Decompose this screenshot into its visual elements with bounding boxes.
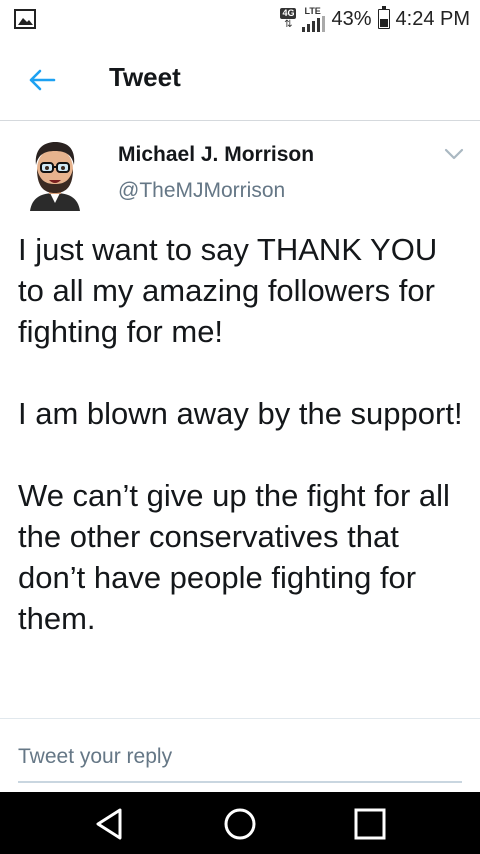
nav-back-icon — [96, 808, 122, 840]
lte-label: LTE — [304, 5, 321, 16]
nav-home-button[interactable] — [218, 802, 262, 846]
tweet-text: I just want to say THANK YOU to all my a… — [18, 229, 468, 639]
back-arrow-icon — [29, 69, 56, 91]
nav-home-icon — [224, 808, 256, 840]
network-indicator: 4G ⇅ — [280, 8, 297, 30]
reply-area — [0, 718, 480, 792]
battery-icon — [377, 6, 390, 29]
reply-input[interactable] — [18, 733, 462, 783]
nav-recents-button[interactable] — [348, 802, 392, 846]
author-handle[interactable]: @TheMJMorrison — [118, 179, 285, 203]
app-header: Tweet — [0, 38, 480, 121]
system-nav-bar — [0, 792, 480, 854]
avatar[interactable] — [22, 137, 88, 211]
back-button[interactable] — [24, 62, 60, 98]
signal-bars-icon — [302, 15, 326, 32]
status-bar: 4G ⇅ LTE 43% 4:24 PM — [0, 0, 480, 38]
author-name[interactable]: Michael J. Morrison — [118, 143, 314, 167]
image-icon — [14, 9, 36, 29]
data-arrows-icon: ⇅ — [284, 19, 293, 30]
tweet-paragraph: I just want to say THANK YOU to all my a… — [18, 232, 438, 349]
chevron-down-icon — [444, 148, 464, 160]
nav-back-button[interactable] — [87, 802, 131, 846]
status-indicators: 4G ⇅ LTE 43% 4:24 PM — [280, 5, 470, 33]
tweet-paragraph: I am blown away by the support! — [18, 396, 463, 431]
battery-percent: 43% — [331, 7, 372, 30]
tweet-paragraph: We can’t give up the fight for all the o… — [18, 478, 450, 636]
more-options-button[interactable] — [440, 143, 468, 165]
clock: 4:24 PM — [395, 7, 470, 30]
nav-recents-icon — [354, 808, 386, 840]
network-type-label: 4G — [280, 8, 297, 19]
signal-indicator: LTE — [302, 5, 326, 32]
page-title: Tweet — [109, 62, 181, 92]
